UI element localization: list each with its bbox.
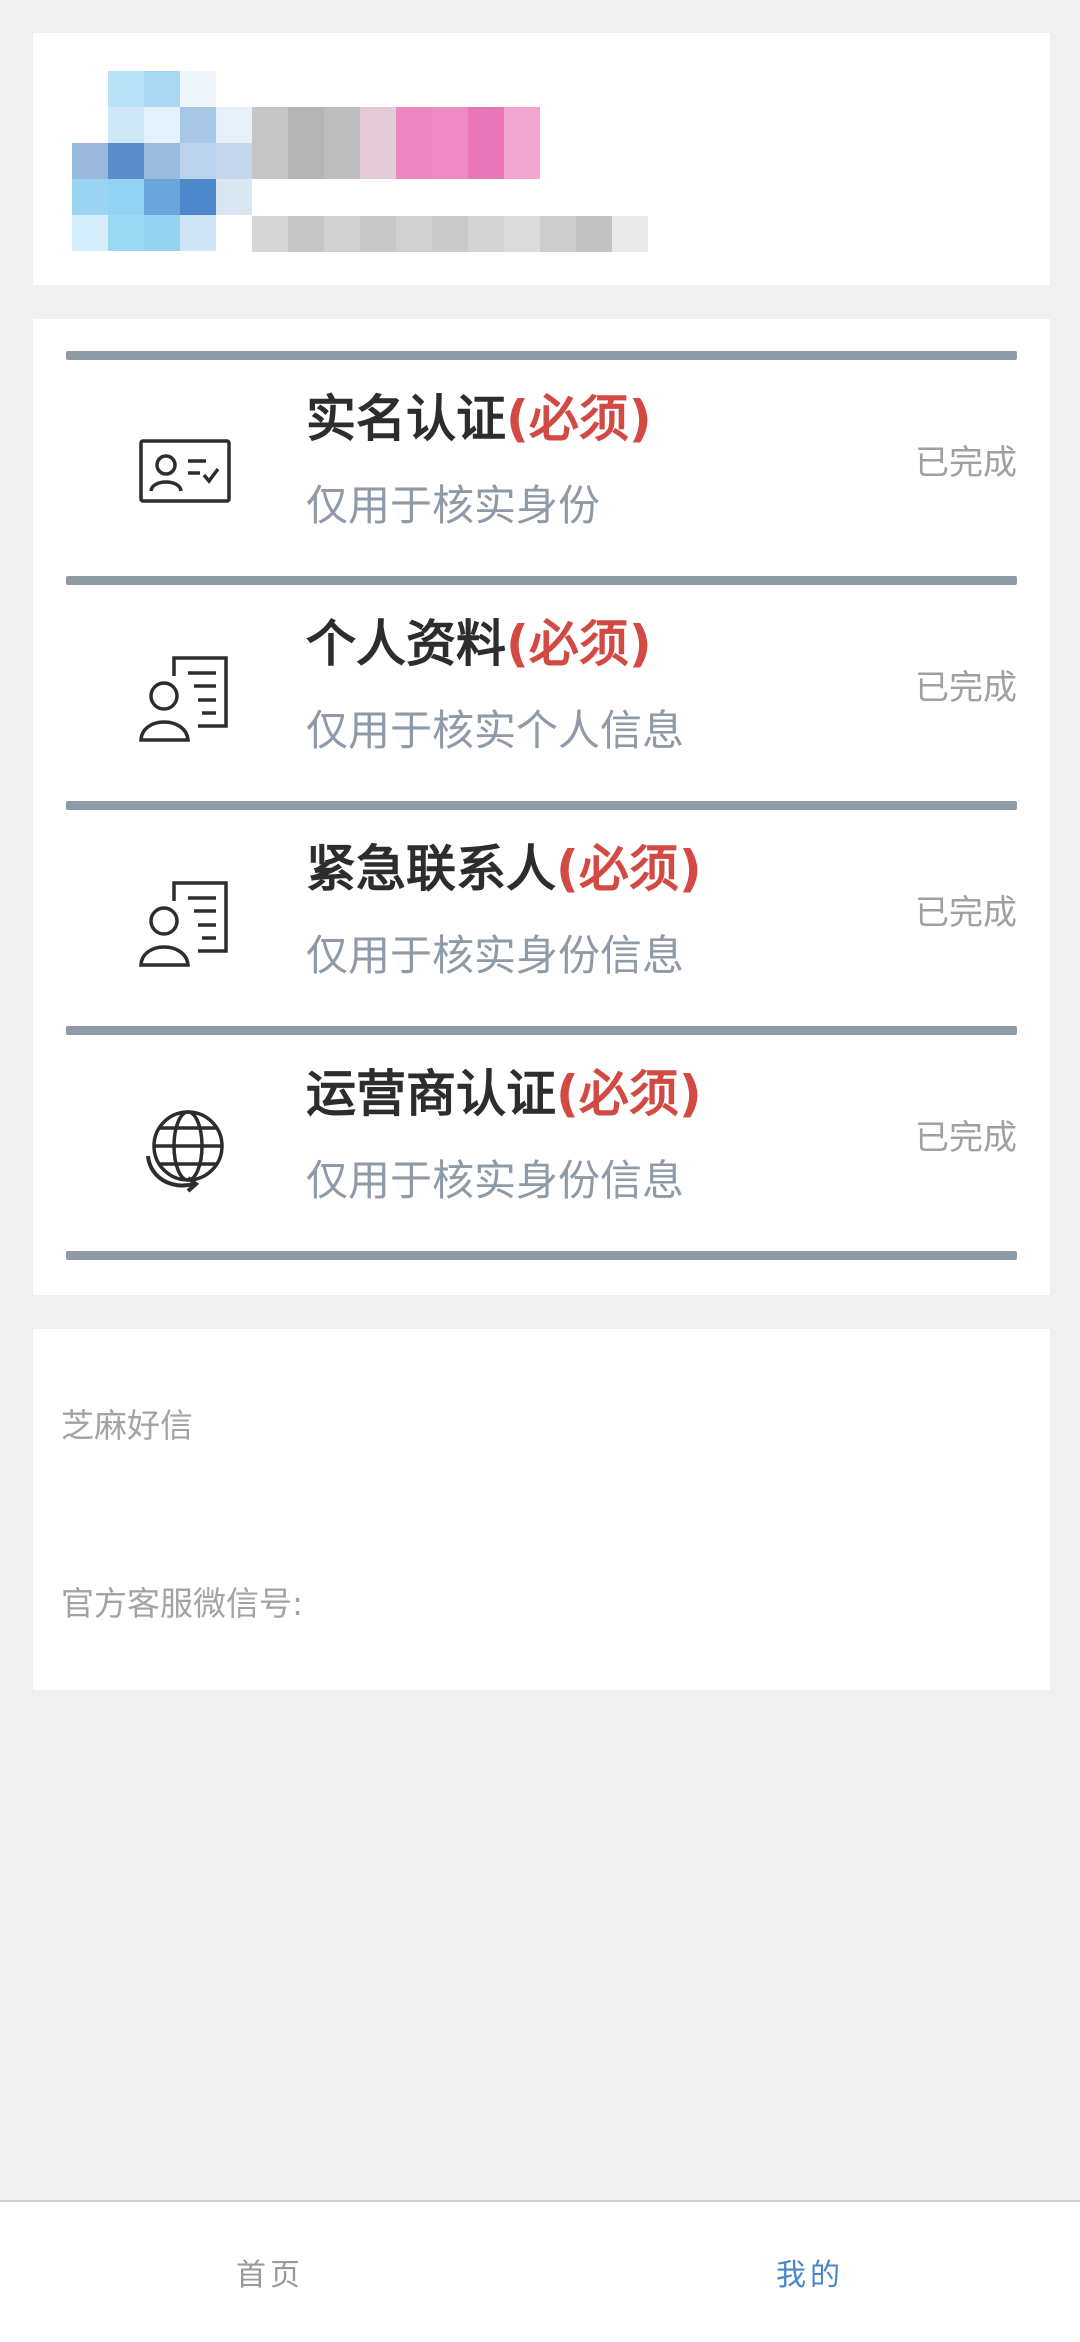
bottom-tab-bar: 首页 我的 <box>0 2200 1080 2342</box>
profile-card[interactable] <box>33 33 1050 285</box>
verification-card: 实名认证(必须) 仅用于核实身份 已完成 个人资料(必须) 仅用于核实个人信息 … <box>33 319 1050 1295</box>
divider <box>66 801 1017 810</box>
status-label: 已完成 <box>915 1118 1017 1158</box>
item-subtitle: 仅用于核实身份 <box>306 481 601 530</box>
status-label: 已完成 <box>915 668 1017 708</box>
tab-mine[interactable]: 我的 <box>540 2202 1080 2342</box>
avatar <box>72 71 252 251</box>
divider <box>66 351 1017 360</box>
status-label: 已完成 <box>915 893 1017 933</box>
username-blurred <box>252 107 540 179</box>
divider <box>66 576 1017 585</box>
item-title: 紧急联系人(必须) <box>306 840 702 898</box>
divider <box>66 1251 1017 1260</box>
status-label: 已完成 <box>915 443 1017 483</box>
verify-item-emergency-contact[interactable]: 紧急联系人(必须) 仅用于核实身份信息 已完成 <box>66 801 1017 1026</box>
globe-refresh-icon <box>136 1098 236 1198</box>
item-title: 运营商认证(必须) <box>306 1065 702 1123</box>
verify-item-real-name[interactable]: 实名认证(必须) 仅用于核实身份 已完成 <box>66 351 1017 576</box>
item-subtitle: 仅用于核实身份信息 <box>306 1156 685 1205</box>
required-tag: (必须) <box>556 840 702 898</box>
app-name: 芝麻好信 <box>61 1406 193 1445</box>
item-title: 实名认证(必须) <box>306 390 652 448</box>
verify-item-carrier[interactable]: 运营商认证(必须) 仅用于核实身份信息 已完成 <box>66 1026 1017 1251</box>
verify-item-personal-info[interactable]: 个人资料(必须) 仅用于核实个人信息 已完成 <box>66 576 1017 801</box>
id-card-icon <box>136 423 236 523</box>
tab-home[interactable]: 首页 <box>0 2202 540 2342</box>
item-subtitle: 仅用于核实身份信息 <box>306 931 685 980</box>
info-card: 芝麻好信 官方客服微信号: <box>33 1329 1050 1690</box>
required-tag: (必须) <box>556 1065 702 1123</box>
required-tag: (必须) <box>506 615 652 673</box>
service-wechat-label[interactable]: 官方客服微信号: <box>61 1577 303 1625</box>
item-title: 个人资料(必须) <box>306 615 652 673</box>
required-tag: (必须) <box>506 390 652 448</box>
item-subtitle: 仅用于核实个人信息 <box>306 706 685 755</box>
phone-blurred <box>252 216 648 252</box>
divider <box>66 1026 1017 1035</box>
contact-document-icon <box>136 873 236 973</box>
profile-document-icon <box>136 648 236 748</box>
